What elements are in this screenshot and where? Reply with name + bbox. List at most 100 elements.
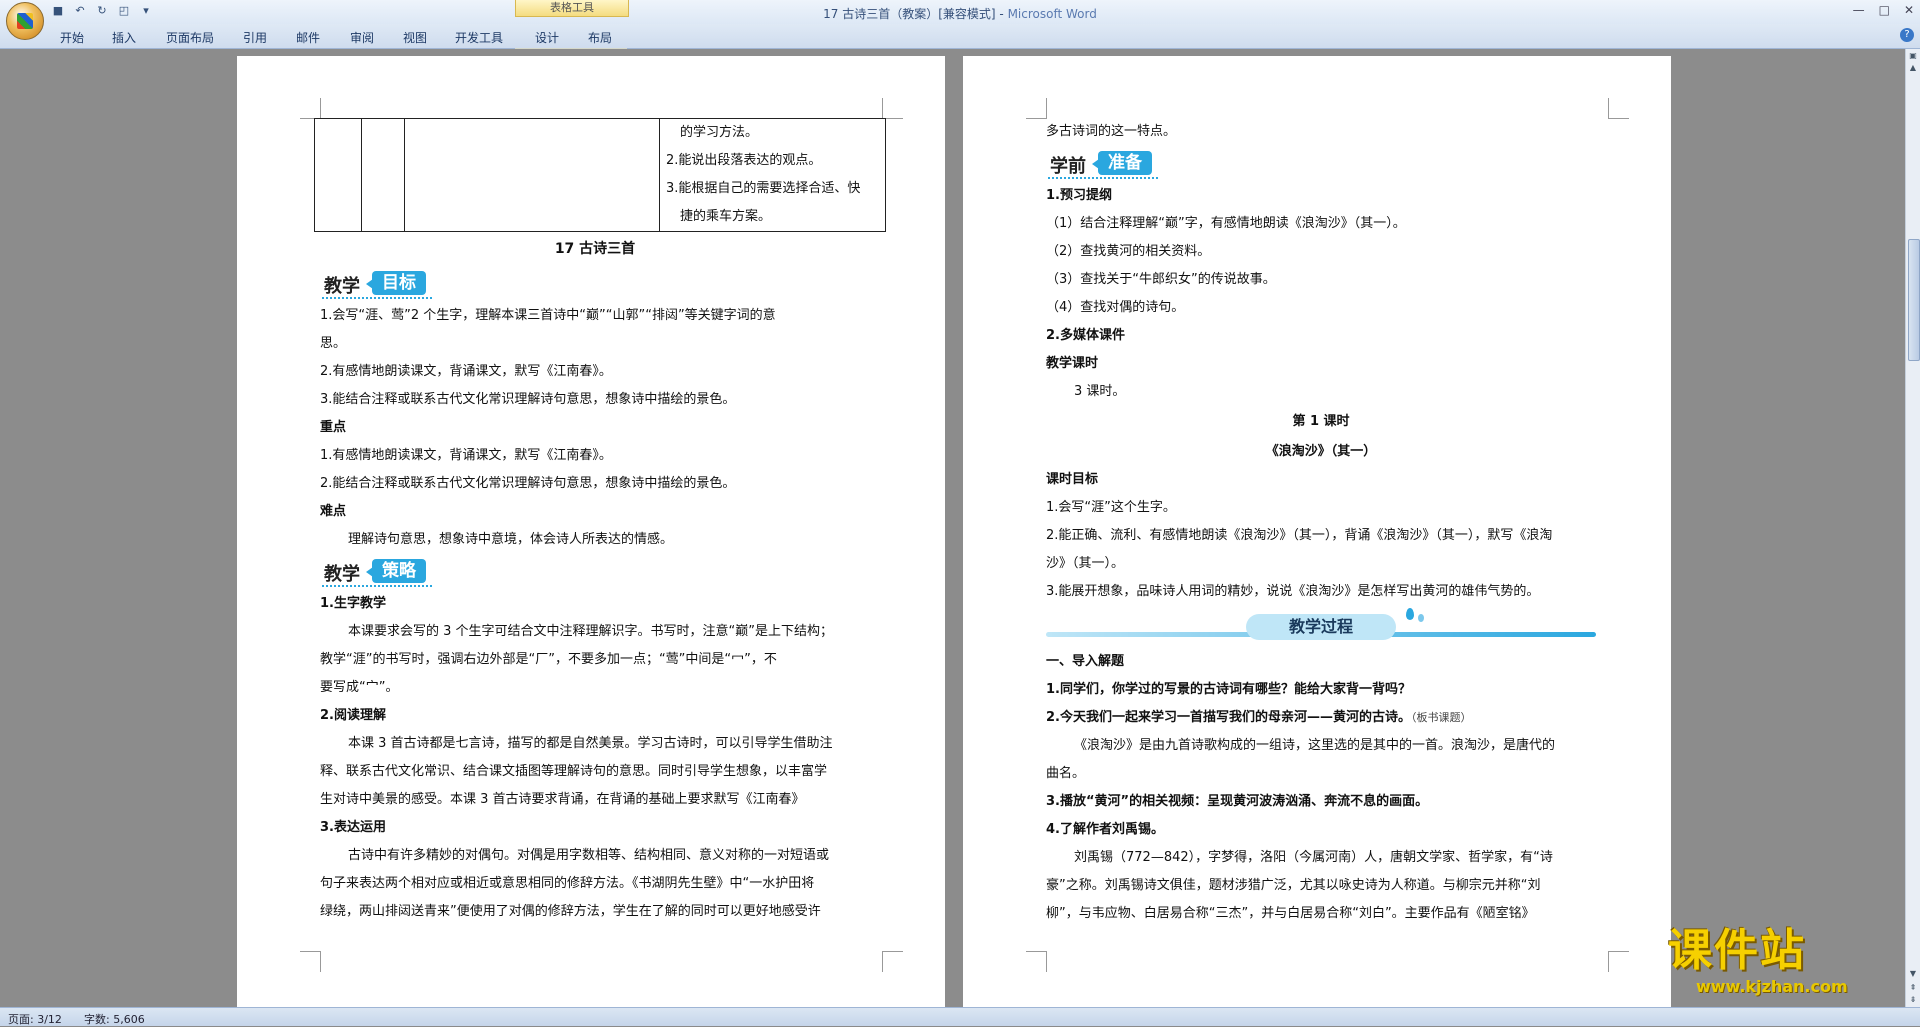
crop-mark: [882, 951, 903, 972]
badge-underline: [322, 585, 432, 587]
tab-mailings[interactable]: 邮件: [296, 29, 320, 46]
page-right-content: 多古诗词的这一特点。 学前 准备 1.预习提纲 （1）结合注释理解“巅”字，有感…: [1046, 118, 1596, 928]
crop-mark: [300, 98, 321, 119]
prev-page-icon[interactable]: ⇞: [1908, 983, 1918, 993]
text-line: 2.有感情地朗读课文，背诵课文，默写《江南春》。: [320, 364, 612, 379]
tab-layout[interactable]: 布局: [588, 29, 612, 46]
tab-developer[interactable]: 开发工具: [455, 29, 503, 46]
banner-label: 教学过程: [1246, 614, 1396, 640]
minimize-icon[interactable]: —: [1853, 3, 1865, 17]
vertical-scrollbar[interactable]: ▣ ▲ ▼ ⇞ ⇟: [1905, 49, 1920, 1007]
text-line: 古诗中有许多精妙的对偶句。对偶是用字数相等、结构相同、意义对称的一对短语或: [348, 848, 830, 863]
table-cell[interactable]: [404, 118, 660, 232]
section-heading: 1.生字教学: [320, 596, 386, 611]
text-line: 本课 3 首古诗都是七言诗，描写的都是自然美景。学习古诗时，可以引导学生借助注: [348, 736, 833, 751]
help-icon[interactable]: ?: [1900, 28, 1914, 42]
table-cell[interactable]: [314, 118, 362, 232]
site-watermark-logo: 课件站 www.kjzhan.com: [1668, 925, 1898, 1005]
text-line: 3.能结合注释或联系古代文化常识理解诗句意思，想象诗中描绘的景色。: [320, 392, 736, 407]
text-line: 生对诗中美景的感受。本课 3 首古诗要求背诵，在背诵的基础上要求默写《江南春》: [320, 792, 805, 807]
badge-dark-text: 教学: [324, 564, 360, 585]
section-heading: 一、导入解题: [1046, 654, 1125, 669]
crop-mark: [1026, 951, 1047, 972]
text-line: 句子来表达两个相对应或相近或意思相同的修辞方法。《书湖阴先生壁》中“一水护田将: [320, 876, 815, 891]
section-heading: 1.预习提纲: [1046, 188, 1112, 203]
crop-mark: [1608, 951, 1629, 972]
tab-page-layout[interactable]: 页面布局: [166, 29, 214, 46]
tab-home[interactable]: 开始: [60, 29, 84, 46]
poem-title: 《浪淘沙》（其一）: [1265, 444, 1377, 459]
text-line: （3）查找关于“牛郎织女”的传说故事。: [1046, 272, 1276, 287]
text-line: 曲名。: [1046, 766, 1086, 781]
text-line: 要写成“宀”。: [320, 680, 399, 695]
badge-underline: [1048, 177, 1158, 179]
text-line: 1.会写“涯”这个生字。: [1046, 500, 1176, 515]
tab-design[interactable]: 设计: [535, 29, 559, 46]
teaching-goals-badge: 教学 目标: [320, 268, 870, 302]
teaching-process-banner: 教学过程: [1046, 608, 1596, 648]
section-heading: 难点: [320, 504, 347, 519]
text-line: 柳”，与韦应物、白居易合称“三杰”，并与白居易合称“刘白”。主要作品有《陋室铭》: [1046, 906, 1535, 921]
text-line: 1.有感情地朗读课文，背诵课文，默写《江南春》。: [320, 448, 612, 463]
lesson-hour-title: 第 1 课时: [1292, 414, 1350, 429]
badge-dark-text: 学前: [1050, 156, 1086, 177]
text-line: （1）结合注释理解“巅”字，有感情地朗读《浪淘沙》（其一）。: [1046, 216, 1406, 231]
table-cell[interactable]: [361, 118, 405, 232]
text-line: 教学“涯”的书写时，强调右边外部是“厂”，不要多加一点；“莺”中间是“冖”，不: [320, 652, 777, 667]
table-line: 的学习方法。: [680, 125, 759, 140]
section-heading: 2.阅读理解: [320, 708, 386, 723]
text-line: 本课要求会写的 3 个生字可结合文中注释理解识字。书写时，注意“巅”是上下结构；: [348, 624, 834, 639]
scroll-thumb[interactable]: [1908, 239, 1920, 361]
ruler-toggle-icon[interactable]: ▣: [1908, 51, 1918, 61]
tab-review[interactable]: 审阅: [350, 29, 374, 46]
app-name: Microsoft Word: [1007, 7, 1097, 21]
text-line: 2.能正确、流利、有感情地朗读《浪淘沙》（其一），背诵《浪淘沙》（其一），默写《…: [1046, 528, 1553, 543]
table-line: 3.能根据自己的需要选择合适、快: [666, 181, 861, 196]
table-line: 2.能说出段落表达的观点。: [666, 153, 822, 168]
badge-blue-text: 目标: [366, 271, 426, 295]
watermark-url: www.kjzhan.com: [1696, 977, 1848, 996]
pre-study-badge: 学前 准备: [1046, 148, 1596, 182]
text-line: 豪”之称。刘禹锡诗文俱佳，题材涉猎广泛，尤其以咏史诗为人称道。与柳宗元并称“刘: [1046, 878, 1541, 893]
status-bar: 页面: 3/12 字数: 5,606: [0, 1007, 1920, 1026]
droplet-icon: [1406, 608, 1414, 620]
text-line: 3.能展开想象，品味诗人用词的精妙，说说《浪淘沙》是怎样写出黄河的雄伟气势的。: [1046, 584, 1540, 599]
watermark-text: 课件站: [1668, 925, 1806, 976]
section-heading: 重点: [320, 420, 347, 435]
objectives-table[interactable]: 的学习方法。 2.能说出段落表达的观点。 3.能根据自己的需要选择合适、快 捷的…: [314, 118, 886, 232]
text-line: 多古诗词的这一特点。: [1046, 124, 1177, 139]
badge-blue-text: 策略: [366, 559, 426, 583]
office-button[interactable]: [6, 2, 44, 40]
tab-view[interactable]: 视图: [403, 29, 427, 46]
table-cell[interactable]: 的学习方法。 2.能说出段落表达的观点。 3.能根据自己的需要选择合适、快 捷的…: [659, 118, 886, 232]
text-line: 《浪淘沙》是由九首诗歌构成的一组诗，这里选的是其中的一首。浪淘沙，是唐代的: [1074, 738, 1556, 753]
tab-references[interactable]: 引用: [243, 29, 267, 46]
text-line: 绿绕，两山排闼送青来”便使用了对偶的修辞方法，学生在了解的同时可以更好地感受许: [320, 904, 821, 919]
close-icon[interactable]: ✕: [1904, 3, 1914, 17]
text-line: 沙》（其一）。: [1046, 556, 1125, 571]
section-heading: 教学课时: [1046, 356, 1099, 371]
maximize-icon[interactable]: □: [1879, 3, 1890, 17]
text-line: 理解诗句意思，想象诗中意境，体会诗人所表达的情感。: [348, 532, 674, 547]
ribbon-tabs: 开始 插入 页面布局 引用 邮件 审阅 视图 开发工具 设计 布局 ?: [0, 24, 1920, 72]
text-line: 2.能结合注释或联系古代文化常识理解诗句意思，想象诗中描绘的景色。: [320, 476, 736, 491]
crop-mark: [1608, 98, 1629, 119]
document-title: 17 古诗三首（教案）[兼容模式] -: [823, 7, 1008, 21]
page-right: 多古诗词的这一特点。 学前 准备 1.预习提纲 （1）结合注释理解“巅”字，有感…: [963, 56, 1671, 1007]
tab-insert[interactable]: 插入: [112, 29, 136, 46]
page-left: 的学习方法。 2.能说出段落表达的观点。 3.能根据自己的需要选择合适、快 捷的…: [237, 56, 945, 1007]
question-text: 2.今天我们一起来学习一首描写我们的母亲河——黄河的古诗。: [1046, 710, 1411, 725]
badge-underline: [322, 297, 432, 299]
scroll-up-icon[interactable]: ▲: [1908, 63, 1918, 73]
section-heading: 3.表达运用: [320, 820, 386, 835]
crop-mark: [1026, 98, 1047, 119]
board-note: （板书课题）: [1410, 711, 1472, 724]
scroll-down-icon[interactable]: ▼: [1908, 969, 1918, 979]
text-line: （2）查找黄河的相关资料。: [1046, 244, 1211, 259]
teaching-strategy-badge: 教学 策略: [320, 556, 870, 590]
lesson-title: 17 古诗三首: [554, 241, 636, 257]
title-bar: ■ ↶ ↻ ◰ ▾ 表格工具 17 古诗三首（教案）[兼容模式] - Micro…: [0, 0, 1920, 40]
droplet-icon: [1418, 614, 1424, 622]
text-line: 3 课时。: [1074, 384, 1126, 399]
next-page-icon[interactable]: ⇟: [1908, 995, 1918, 1005]
